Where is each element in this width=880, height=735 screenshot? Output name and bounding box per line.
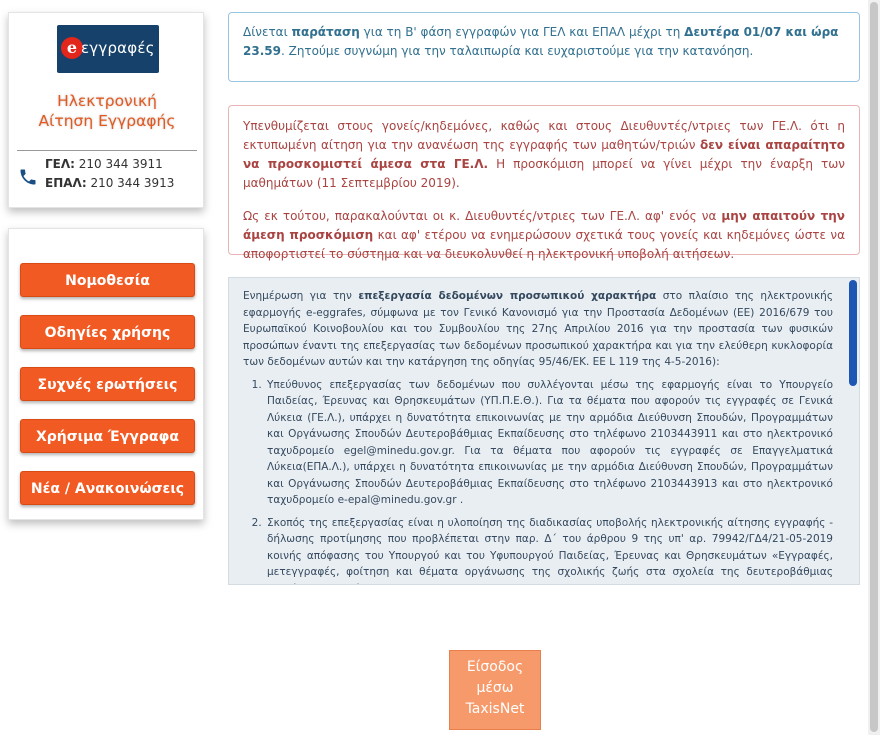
notice-bold: παράταση [291, 25, 360, 39]
notice-text: για τη Β' φάση εγγραφών για ΓΕΛ και ΕΠΑΛ… [359, 25, 685, 39]
reminder-text: Ως εκ τούτου, παρακαλούνται οι κ. Διευθυ… [243, 209, 722, 223]
phone-icon [20, 169, 36, 185]
taxisnet-line1: Είσοδος [466, 659, 524, 675]
contact-epal-value: 210 344 3913 [90, 176, 175, 190]
logo-card: e εγγραφές Ηλεκτρονική Αίτηση Εγγραφής Γ… [8, 12, 204, 208]
privacy-info-box[interactable]: Ενημέρωση για την επεξεργασία δεδομένων … [228, 277, 860, 585]
reminder-paragraph-1: Υπενθυμίζεται στους γονείς/κηδεμόνες, κα… [243, 117, 845, 193]
app-title-line1: Ηλεκτρονική [57, 92, 157, 110]
eggrafes-logo[interactable]: e εγγραφές [57, 25, 159, 73]
page-scrollbar-thumb[interactable] [870, 2, 878, 732]
logo-e-mark: e [61, 37, 83, 59]
menu-button-documents[interactable]: Χρήσιμα Έγγραφα [20, 419, 195, 453]
privacy-scrollbar-thumb[interactable] [849, 280, 857, 386]
reminder-paragraph-2: Ως εκ τούτου, παρακαλούνται οι κ. Διευθυ… [243, 207, 845, 264]
contact-gel: ΓΕΛ: 210 344 3911 [45, 157, 163, 171]
contact-epal-label: ΕΠΑΛ: [45, 176, 87, 190]
contact-gel-value: 210 344 3911 [78, 157, 163, 171]
divider [17, 150, 197, 151]
menu-button-news[interactable]: Νέα / Ανακοινώσεις [20, 471, 195, 505]
menu-button-user-guide[interactable]: Οδηγίες χρήσης [20, 315, 195, 349]
privacy-scrollbar[interactable] [849, 280, 857, 582]
menu-button-legislation[interactable]: Νομοθεσία [20, 263, 195, 297]
menu-button-faq[interactable]: Συχνές ερωτήσεις [20, 367, 195, 401]
privacy-list: Υπεύθυνος επεξεργασίας των δεδομένων που… [265, 377, 833, 585]
notice-text: Δίνεται [243, 25, 292, 39]
privacy-list-item: Σκοπός της επεξεργασίας είναι η υλοποίησ… [265, 515, 833, 585]
privacy-content: Ενημέρωση για την επεξεργασία δεδομένων … [229, 278, 847, 584]
contact-epal: ΕΠΑΛ: 210 344 3913 [45, 176, 174, 190]
app-title: Ηλεκτρονική Αίτηση Εγγραφής [9, 91, 205, 131]
notice-text: . Ζητούμε συγνώμη για την ταλαιπωρία και… [280, 44, 754, 58]
logo-text: εγγραφές [81, 39, 155, 57]
sidebar-menu: Νομοθεσία Οδηγίες χρήσης Συχνές ερωτήσει… [8, 228, 204, 520]
app-title-line2: Αίτηση Εγγραφής [38, 112, 176, 130]
privacy-text: Ενημέρωση για την [243, 290, 359, 302]
taxisnet-line3: TaxisNet [465, 701, 525, 717]
extension-notice: Δίνεται παράταση για τη Β' φάση εγγραφών… [228, 12, 860, 82]
reminder-notice: Υπενθυμίζεται στους γονείς/κηδεμόνες, κα… [228, 105, 860, 261]
contact-gel-label: ΓΕΛ: [45, 157, 75, 171]
page-scrollbar[interactable] [868, 0, 880, 735]
privacy-bold: επεξεργασία δεδομένων προσωπικού χαρακτή… [358, 290, 657, 302]
taxisnet-line2: μέσω [476, 680, 514, 696]
taxisnet-login-button[interactable]: Είσοδος μέσω TaxisNet [449, 650, 541, 730]
privacy-list-item: Υπεύθυνος επεξεργασίας των δεδομένων που… [265, 377, 833, 509]
privacy-intro: Ενημέρωση για την επεξεργασία δεδομένων … [243, 288, 833, 371]
